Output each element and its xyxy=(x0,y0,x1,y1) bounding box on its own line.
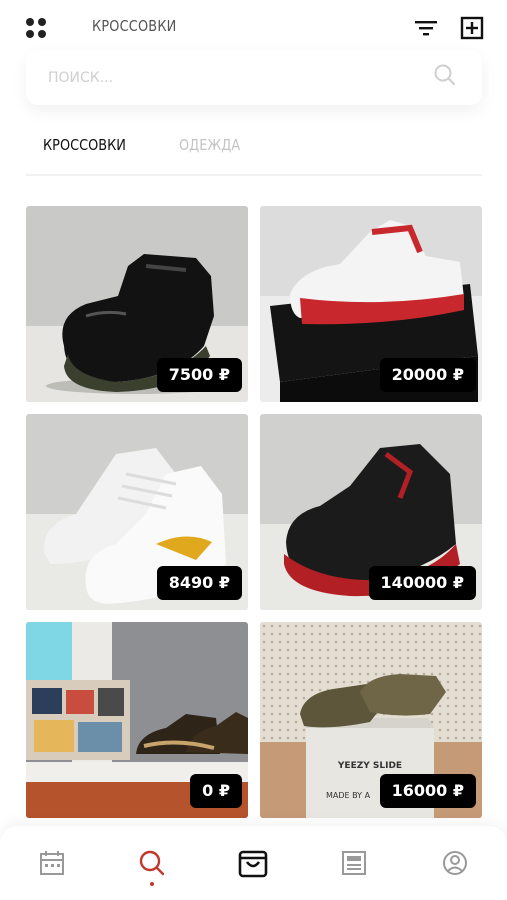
product-card[interactable]: 140000 ₽ xyxy=(260,414,482,610)
category-tabs: КРОССОВКИ ОДЕЖДА xyxy=(26,130,482,176)
price-badge: 140000 ₽ xyxy=(368,566,476,600)
profile-icon[interactable] xyxy=(438,846,472,880)
search-bar xyxy=(26,50,482,105)
product-card[interactable]: YEEZY SLIDE MADE BY A 16000 ₽ xyxy=(260,622,482,818)
active-indicator xyxy=(150,882,154,886)
search-input[interactable] xyxy=(46,64,410,92)
product-card[interactable]: 8490 ₽ xyxy=(26,414,248,610)
price-badge: 0 ₽ xyxy=(190,774,242,808)
product-card[interactable]: 0 ₽ xyxy=(26,622,248,818)
product-card[interactable]: 20000 ₽ xyxy=(260,206,482,402)
box-label: MADE BY A xyxy=(326,791,371,800)
bottom-navigation xyxy=(0,826,507,900)
product-card[interactable]: 7500 ₽ xyxy=(26,206,248,402)
add-square-icon[interactable] xyxy=(458,14,486,42)
page-title: КРОССОВКИ xyxy=(92,17,177,35)
box-label: YEEZY SLIDE xyxy=(337,761,402,771)
price-badge: 16000 ₽ xyxy=(379,774,476,808)
price-badge: 7500 ₽ xyxy=(156,358,242,392)
app-header: КРОССОВКИ xyxy=(0,0,507,56)
grid-dots-icon[interactable] xyxy=(24,16,48,40)
price-badge: 8490 ₽ xyxy=(156,566,242,600)
shopping-bag-icon[interactable] xyxy=(236,846,270,880)
tab-sneakers[interactable]: КРОССОВКИ xyxy=(43,136,126,154)
filter-icon[interactable] xyxy=(412,14,440,42)
news-icon[interactable] xyxy=(337,846,371,880)
search-icon[interactable] xyxy=(135,846,169,880)
calendar-icon[interactable] xyxy=(35,846,69,880)
tab-clothing[interactable]: ОДЕЖДА xyxy=(179,136,240,154)
search-icon[interactable] xyxy=(432,62,458,88)
price-badge: 20000 ₽ xyxy=(379,358,476,392)
